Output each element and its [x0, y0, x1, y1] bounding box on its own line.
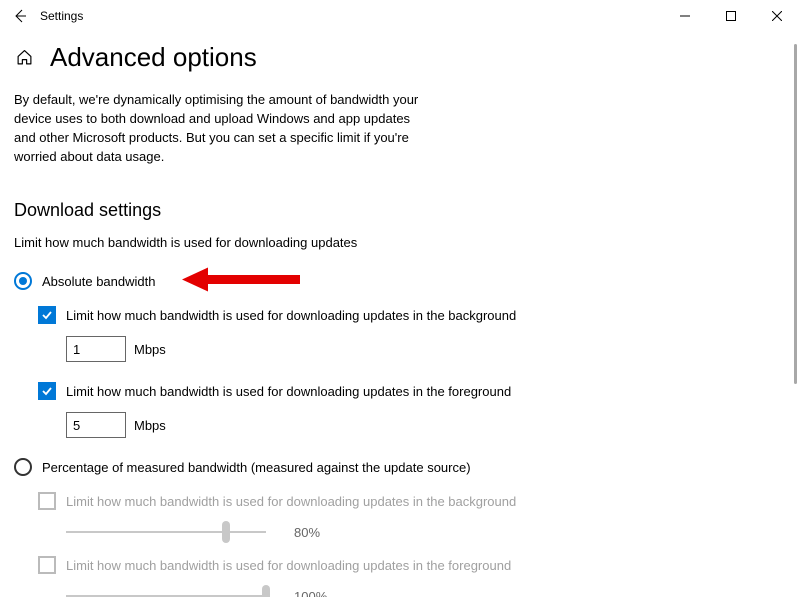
maximize-button[interactable]	[708, 0, 754, 32]
slider-thumb	[222, 521, 230, 543]
checkbox-icon	[38, 306, 56, 324]
checkbox-icon	[38, 382, 56, 400]
app-title: Settings	[40, 9, 83, 23]
annotation-arrow	[182, 265, 302, 298]
content-area: Advanced options By default, we're dynam…	[0, 32, 786, 597]
download-settings-heading: Download settings	[14, 200, 762, 221]
radio-icon	[14, 272, 32, 290]
page-title: Advanced options	[50, 42, 257, 73]
minimize-button[interactable]	[662, 0, 708, 32]
slider-thumb	[262, 585, 270, 597]
foreground-bandwidth-input[interactable]	[66, 412, 126, 438]
titlebar: Settings	[0, 0, 800, 32]
checkbox-limit-foreground[interactable]: Limit how much bandwidth is used for dow…	[38, 382, 762, 400]
slider-pct-background: 80%	[66, 522, 762, 542]
check-icon	[41, 385, 53, 397]
slider-pct-foreground: 100%	[66, 586, 762, 597]
slider-track-bg	[66, 522, 266, 542]
close-button[interactable]	[754, 0, 800, 32]
checkbox-label: Limit how much bandwidth is used for dow…	[66, 494, 516, 509]
pct-value: 80%	[294, 525, 320, 540]
radio-percentage-bandwidth[interactable]: Percentage of measured bandwidth (measur…	[14, 458, 762, 476]
page-header: Advanced options	[14, 42, 762, 73]
intro-text: By default, we're dynamically optimising…	[14, 91, 434, 166]
percentage-bandwidth-options: Limit how much bandwidth is used for dow…	[38, 492, 762, 597]
home-icon	[16, 49, 33, 66]
checkbox-label: Limit how much bandwidth is used for dow…	[66, 308, 516, 323]
checkbox-label: Limit how much bandwidth is used for dow…	[66, 384, 511, 399]
radio-icon	[14, 458, 32, 476]
close-icon	[772, 11, 782, 21]
radio-absolute-bandwidth[interactable]: Absolute bandwidth	[14, 272, 762, 290]
maximize-icon	[726, 11, 736, 21]
home-button[interactable]	[14, 49, 34, 66]
checkbox-pct-foreground: Limit how much bandwidth is used for dow…	[38, 556, 762, 574]
checkbox-icon	[38, 556, 56, 574]
download-settings-subheading: Limit how much bandwidth is used for dow…	[14, 235, 762, 250]
checkbox-icon	[38, 492, 56, 510]
foreground-bandwidth-row: Mbps	[66, 412, 762, 438]
radio-label: Percentage of measured bandwidth (measur…	[42, 460, 471, 475]
background-bandwidth-input[interactable]	[66, 336, 126, 362]
pct-value: 100%	[294, 589, 327, 597]
arrow-left-icon	[12, 8, 28, 24]
radio-label: Absolute bandwidth	[42, 274, 155, 289]
unit-label: Mbps	[134, 342, 166, 357]
checkbox-label: Limit how much bandwidth is used for dow…	[66, 558, 511, 573]
minimize-icon	[680, 11, 690, 21]
scrollbar-thumb[interactable]	[794, 44, 797, 384]
window-controls	[662, 0, 800, 32]
unit-label: Mbps	[134, 418, 166, 433]
checkbox-pct-background: Limit how much bandwidth is used for dow…	[38, 492, 762, 510]
back-button[interactable]	[0, 0, 40, 32]
slider-track-fg	[66, 586, 266, 597]
background-bandwidth-row: Mbps	[66, 336, 762, 362]
absolute-bandwidth-options: Limit how much bandwidth is used for dow…	[38, 306, 762, 438]
scrollbar[interactable]	[786, 32, 800, 597]
check-icon	[41, 309, 53, 321]
checkbox-limit-background[interactable]: Limit how much bandwidth is used for dow…	[38, 306, 762, 324]
